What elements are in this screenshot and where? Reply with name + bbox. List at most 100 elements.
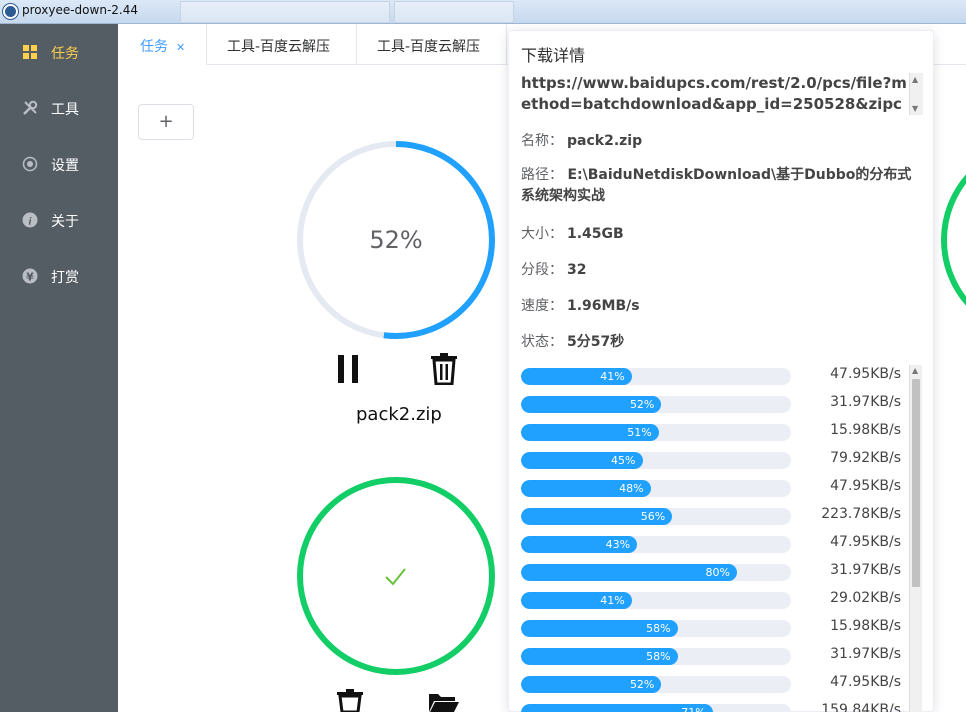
segment-row: 71% 159.84KB/s (521, 701, 911, 712)
detail-label: 状态： (521, 334, 563, 350)
sidebar-item-label: 设置 (51, 158, 79, 174)
segment-row: 58% 15.98KB/s (521, 617, 911, 645)
segment-progress-fill: 58% (521, 648, 678, 665)
segment-progress-track: 43% (521, 536, 791, 553)
detail-label: 分段： (521, 262, 563, 278)
sidebar-item-label: 任务 (51, 46, 79, 62)
url-textarea[interactable]: https://www.baidupcs.com/rest/2.0/pcs/fi… (521, 73, 923, 115)
window-titlebar: proxyee-down-2.44 (0, 0, 966, 24)
segment-row: 80% 31.97KB/s (521, 561, 911, 589)
grid-icon (23, 45, 37, 59)
segment-progress-list[interactable]: 41% 47.95KB/s 52% 31.97KB/s 51% 15.98KB/s 45% 7… (521, 365, 921, 712)
segment-speed: 31.97KB/s (830, 562, 901, 578)
segment-speed: 47.95KB/s (830, 534, 901, 550)
segment-progress-fill: 52% (521, 676, 662, 693)
url-scrollbar[interactable]: ▲ ▼ (909, 73, 923, 115)
detail-size-row: 大小： 1.45GB (521, 223, 624, 243)
segment-progress-fill: 56% (521, 508, 673, 525)
sidebar-item-tasks[interactable]: 任务 (0, 24, 118, 80)
segment-progress-fill: 41% (521, 592, 632, 609)
detail-size-value: 1.45GB (567, 226, 624, 242)
segment-row: 41% 47.95KB/s (521, 365, 911, 393)
checkmark-icon (385, 568, 406, 586)
detail-name-row: 名称： pack2.zip (521, 130, 642, 150)
segment-row: 52% 31.97KB/s (521, 393, 911, 421)
progress-arc (297, 477, 495, 675)
segment-speed: 47.95KB/s (830, 674, 901, 690)
detail-path-row: 路径： E:\BaiduNetdiskDownload\基于Dubbo的分布式系… (521, 165, 925, 207)
segment-progress-track: 51% (521, 424, 791, 441)
segment-progress-track: 58% (521, 620, 791, 637)
detail-name-value: pack2.zip (567, 133, 643, 149)
segment-speed: 79.92KB/s (830, 450, 901, 466)
background-browser-tab (180, 1, 390, 23)
sidebar-item-label: 打赏 (51, 270, 79, 286)
scroll-up-icon[interactable]: ▲ (912, 366, 918, 375)
task-complete-ring (297, 477, 495, 675)
add-task-button[interactable]: + (138, 104, 194, 140)
tab-label: 工具-百度云解压 (377, 39, 481, 55)
scrollbar-thumb[interactable] (912, 379, 920, 587)
segment-progress-fill: 71% (521, 704, 713, 712)
segment-progress-track: 58% (521, 648, 791, 665)
segment-progress-track: 48% (521, 480, 791, 497)
segment-progress-track: 52% (521, 396, 791, 413)
detail-path-value: E:\BaiduNetdiskDownload\基于Dubbo的分布式系统架构实… (521, 167, 912, 204)
segment-row: 45% 79.92KB/s (521, 449, 911, 477)
close-icon[interactable]: ✕ (176, 41, 185, 54)
segment-speed: 29.02KB/s (830, 590, 901, 606)
detail-label: 大小： (521, 226, 563, 242)
scroll-up-icon[interactable]: ▲ (912, 75, 918, 84)
detail-label: 速度： (521, 298, 563, 314)
sidebar: 任务 工具 设置 i 关于 ¥ 打赏 (0, 24, 118, 712)
segment-row: 52% 47.95KB/s (521, 673, 911, 701)
segment-speed: 47.95KB/s (830, 478, 901, 494)
folder-open-icon[interactable] (428, 691, 460, 712)
segment-row: 51% 15.98KB/s (521, 421, 911, 449)
segment-progress-fill: 41% (521, 368, 632, 385)
tab-baidu-unzip-2[interactable]: 工具-百度云解压 (357, 24, 507, 65)
detail-segments-value: 32 (567, 262, 587, 278)
sidebar-item-about[interactable]: i 关于 (0, 192, 118, 248)
task-progress-percent: 52% (369, 226, 423, 254)
segment-speed: 31.97KB/s (830, 394, 901, 410)
app-logo-icon (3, 4, 18, 19)
window-title: proxyee-down-2.44 (22, 3, 138, 17)
task-file-name: pack2.zip (356, 404, 442, 425)
tab-label: 工具-百度云解压 (227, 39, 331, 55)
info-icon: i (22, 212, 38, 228)
gear-icon (22, 156, 38, 172)
segment-scrollbar[interactable]: ▲ (909, 365, 922, 712)
segment-progress-track: 45% (521, 452, 791, 469)
segment-speed: 223.78KB/s (821, 506, 901, 522)
segment-progress-fill: 45% (521, 452, 643, 469)
segment-progress-track: 56% (521, 508, 791, 525)
scroll-down-icon[interactable]: ▼ (912, 104, 918, 113)
tab-baidu-unzip-1[interactable]: 工具-百度云解压 (207, 24, 357, 65)
sidebar-item-tools[interactable]: 工具 (0, 80, 118, 136)
segment-progress-fill: 52% (521, 396, 662, 413)
pause-icon[interactable] (336, 354, 362, 384)
trash-icon[interactable] (336, 689, 364, 712)
detail-label: 名称： (521, 133, 563, 149)
segment-progress-fill: 43% (521, 536, 638, 553)
sidebar-item-settings[interactable]: 设置 (0, 136, 118, 192)
tab-tasks[interactable]: 任务 ✕ (118, 24, 207, 65)
segment-progress-track: 52% (521, 676, 791, 693)
progress-arc (941, 174, 966, 306)
segment-row: 43% 47.95KB/s (521, 533, 911, 561)
segment-row: 48% 47.95KB/s (521, 477, 911, 505)
segment-row: 41% 29.02KB/s (521, 589, 911, 617)
segment-progress-fill: 48% (521, 480, 651, 497)
trash-icon[interactable] (430, 353, 458, 385)
download-details-popover: 下载详情 https://www.baidupcs.com/rest/2.0/p… (508, 30, 934, 712)
sidebar-item-label: 关于 (51, 214, 79, 230)
sidebar-item-donate[interactable]: ¥ 打赏 (0, 248, 118, 304)
sidebar-item-label: 工具 (51, 102, 79, 118)
segment-speed: 31.97KB/s (830, 646, 901, 662)
segment-speed: 159.84KB/s (821, 702, 901, 712)
detail-status-value: 5分57秒 (567, 334, 625, 350)
tab-label: 任务 (140, 39, 168, 55)
download-url: https://www.baidupcs.com/rest/2.0/pcs/fi… (521, 74, 907, 113)
segment-progress-fill: 58% (521, 620, 678, 637)
